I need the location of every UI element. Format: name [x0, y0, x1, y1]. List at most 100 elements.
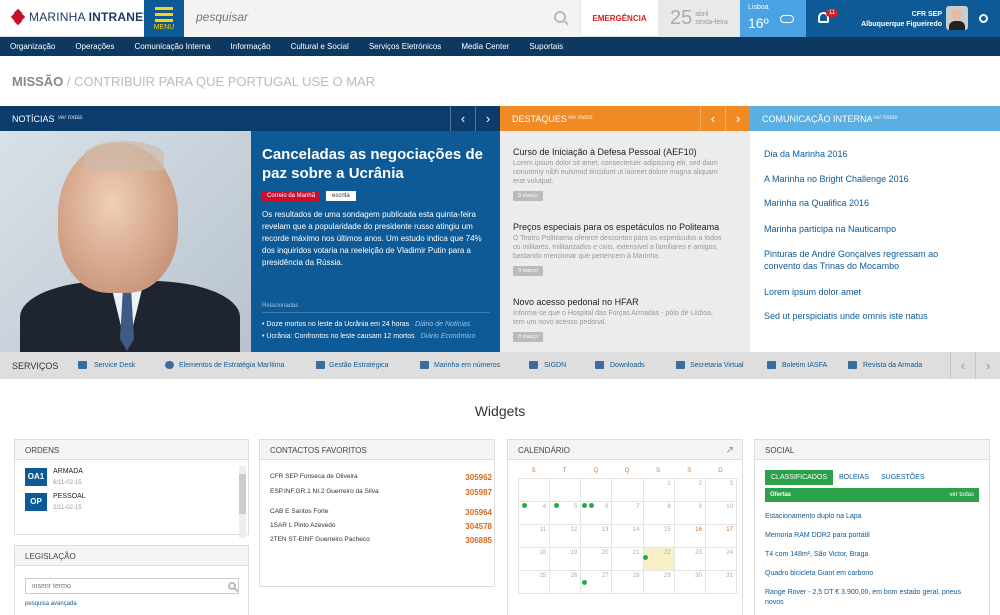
comm-see-all[interactable]: ver todas [873, 115, 898, 121]
calendar-day[interactable]: 18 [518, 547, 551, 571]
service-estrategia[interactable]: Elementos de Estratégia Marítima [179, 362, 284, 369]
comm-item[interactable]: A Marinha no Bright Challenge 2016 [764, 173, 954, 185]
service-service-desk[interactable]: Service Desk [94, 362, 135, 369]
calendar-day[interactable]: 12 [549, 524, 582, 548]
service-iasfa[interactable]: Boletim IASFA [782, 362, 827, 369]
nav-item-informacao[interactable]: Informação [231, 37, 271, 56]
services-next-button[interactable]: › [975, 352, 1000, 379]
contact-item[interactable]: 2TEN ST-EINF Guerreiro Pacheco 306885 [270, 536, 492, 545]
news-source-tag[interactable]: Correio da Manhã [262, 191, 321, 201]
comm-item[interactable]: Marinha participa na Nauticampo [764, 223, 954, 235]
calendar-day[interactable]: 17 [704, 524, 737, 548]
comm-item[interactable]: Marinha na Qualifica 2016 [764, 197, 954, 209]
calendar-day[interactable]: 10 [704, 501, 737, 525]
comm-item[interactable]: Pinturas de André Gonçalves regressam ao… [764, 248, 954, 272]
highlights-see-all[interactable]: ver todos [568, 115, 593, 121]
service-numeros[interactable]: Marinha em números [434, 362, 500, 369]
classified-item[interactable]: Range Rover - 2,5 DT € 3.900,00, em bom … [765, 588, 979, 608]
highlights-next-button[interactable]: › [725, 106, 750, 131]
search-input[interactable] [196, 10, 526, 24]
calendar-day[interactable]: 1 [642, 478, 675, 502]
nav-item-operacoes[interactable]: Operações [75, 37, 114, 56]
calendar-day[interactable]: 26 [549, 570, 582, 594]
share-icon[interactable]: ↗ [726, 445, 734, 456]
contact-item[interactable]: ESP.INF.GR.1 NI.2 Guerreiro da Silva 3059… [270, 488, 492, 497]
classified-item[interactable]: Estacionamento duplo na Lapa [765, 512, 979, 522]
nav-item-suportais[interactable]: Suportais [529, 37, 563, 56]
news-next-button[interactable]: › [475, 106, 500, 131]
calendar-day[interactable]: 2 [673, 478, 706, 502]
calendar-day[interactable]: 29 [642, 570, 675, 594]
search-icon[interactable] [554, 11, 566, 23]
legislation-search-input[interactable] [25, 578, 239, 594]
nav-item-cultural[interactable]: Cultural e Social [291, 37, 349, 56]
comm-item[interactable]: Dia da Marinha 2016 [764, 148, 954, 160]
logo[interactable]: MARINHA INTRANET [10, 8, 151, 26]
news-see-all[interactable]: ver todas [58, 115, 83, 121]
calendar-day[interactable]: 19 [549, 547, 582, 571]
nav-item-organizacao[interactable]: Organização [10, 37, 55, 56]
offers-see-all[interactable]: ver todas [949, 492, 974, 498]
tab-sugestoes[interactable]: SUGESTÕES [875, 470, 931, 485]
calendar-day[interactable]: 8 [642, 501, 675, 525]
comm-item[interactable]: Sed ut perspiciatis unde omnis iste natu… [764, 310, 954, 322]
orders-scrollbar[interactable] [239, 466, 246, 538]
comm-item[interactable]: Lorem ipsum dolor amet [764, 286, 954, 298]
highlight-item[interactable]: Preços especiais para os espetáculos no … [513, 222, 723, 276]
contact-item[interactable]: 1SAR L Pinto Azevedo 304578 [270, 522, 492, 531]
related-item[interactable]: • Doze mortos no leste da Ucrânia em 24 … [262, 321, 498, 328]
nav-item-media[interactable]: Media Center [461, 37, 509, 56]
classified-item[interactable]: Memoria RAM DDR2 para portátil [765, 531, 979, 541]
news-headline[interactable]: Canceladas as negociações de paz sobre a… [262, 145, 492, 183]
highlights-prev-button[interactable]: ‹ [700, 106, 725, 131]
calendar-day[interactable] [580, 478, 613, 502]
calendar-day[interactable]: 25 [518, 570, 551, 594]
contact-item[interactable]: CFR SEP Fonseca de Oliveira 305962 [270, 473, 492, 482]
tab-classificados[interactable]: CLASSIFICADOS [765, 470, 834, 485]
weather-widget[interactable]: Lisboa 16º [740, 0, 806, 37]
calendar-day[interactable]: 23 [673, 547, 706, 571]
order-item[interactable]: OA1 ARMADA 6/11-02-15 [25, 468, 83, 487]
service-sigdn[interactable]: SIGDN [544, 362, 566, 369]
gear-icon[interactable] [979, 14, 988, 23]
order-item[interactable]: OP PESSOAL 2/11-02-15 [25, 493, 86, 512]
service-secretaria[interactable]: Secretaria Virtual [690, 362, 744, 369]
service-downloads[interactable]: Downloads [610, 362, 645, 369]
calendar-day[interactable]: 24 [704, 547, 737, 571]
classified-item[interactable]: Quadro bicicleta Giant em carbono [765, 569, 979, 579]
search-icon[interactable] [228, 582, 236, 590]
calendar-day[interactable] [518, 478, 551, 502]
calendar-day[interactable]: 13 [580, 524, 613, 548]
menu-button[interactable]: MENU [144, 0, 184, 37]
user-name[interactable]: CFR SEP Albuquerque Figueiredo [861, 10, 942, 30]
nav-item-servicos[interactable]: Serviços Eletrónicos [369, 37, 441, 56]
services-prev-button[interactable]: ‹ [950, 352, 975, 379]
news-type-tag[interactable]: escrita [326, 191, 356, 201]
news-prev-button[interactable]: ‹ [450, 106, 475, 131]
service-gestao[interactable]: Gestão Estratégica [329, 362, 389, 369]
calendar-day[interactable]: 11 [518, 524, 551, 548]
calendar-day[interactable]: 3 [704, 478, 737, 502]
tab-boleias[interactable]: BOLEIAS [833, 470, 875, 485]
highlight-item[interactable]: Novo acesso pedonal no HFAR Informa-se q… [513, 297, 723, 342]
calendar-day[interactable]: 9 [673, 501, 706, 525]
calendar-day[interactable] [611, 478, 644, 502]
advanced-search-link[interactable]: pesquisa avançada [25, 601, 77, 607]
highlight-item[interactable]: Curso de Iniciação à Defesa Pessoal (AEF… [513, 147, 723, 201]
calendar-day[interactable] [549, 478, 582, 502]
calendar-day[interactable]: 14 [611, 524, 644, 548]
contact-item[interactable]: CAB E Santos Forte 305964 [270, 508, 492, 517]
calendar-day[interactable]: 16 [673, 524, 706, 548]
classified-item[interactable]: T4 com 148m², São Victor, Braga [765, 550, 979, 560]
calendar-day[interactable]: 28 [611, 570, 644, 594]
calendar-day[interactable]: 20 [580, 547, 613, 571]
calendar-day[interactable]: 21 [611, 547, 644, 571]
nav-item-comunicacao[interactable]: Comunicação Interna [135, 37, 211, 56]
calendar-day[interactable]: 30 [673, 570, 706, 594]
calendar-day[interactable]: 15 [642, 524, 675, 548]
news-photo[interactable] [0, 131, 251, 352]
related-item[interactable]: • Ucrânia: Confrontos no leste causam 12… [262, 333, 498, 340]
avatar[interactable] [946, 6, 968, 30]
emergency-button[interactable]: EMERGÊNCIA [580, 0, 658, 37]
service-revista[interactable]: Revista da Armada [863, 362, 922, 369]
